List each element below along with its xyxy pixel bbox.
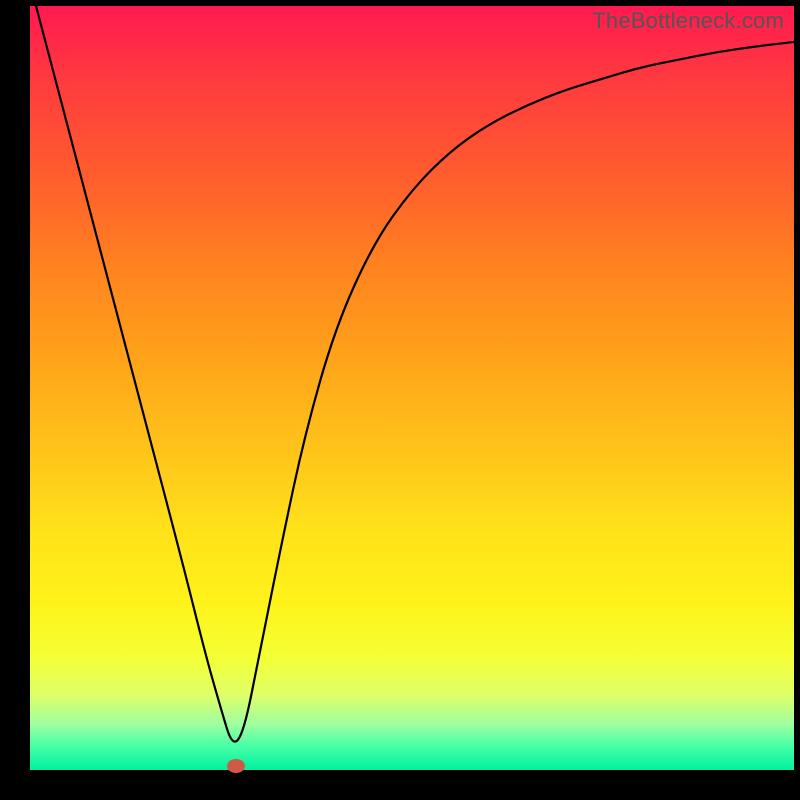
curve-svg — [30, 6, 794, 770]
bottleneck-curve — [30, 6, 794, 742]
plot-area: TheBottleneck.com — [30, 6, 794, 770]
optimum-marker — [227, 759, 245, 773]
chart-stage: TheBottleneck.com — [0, 0, 800, 800]
